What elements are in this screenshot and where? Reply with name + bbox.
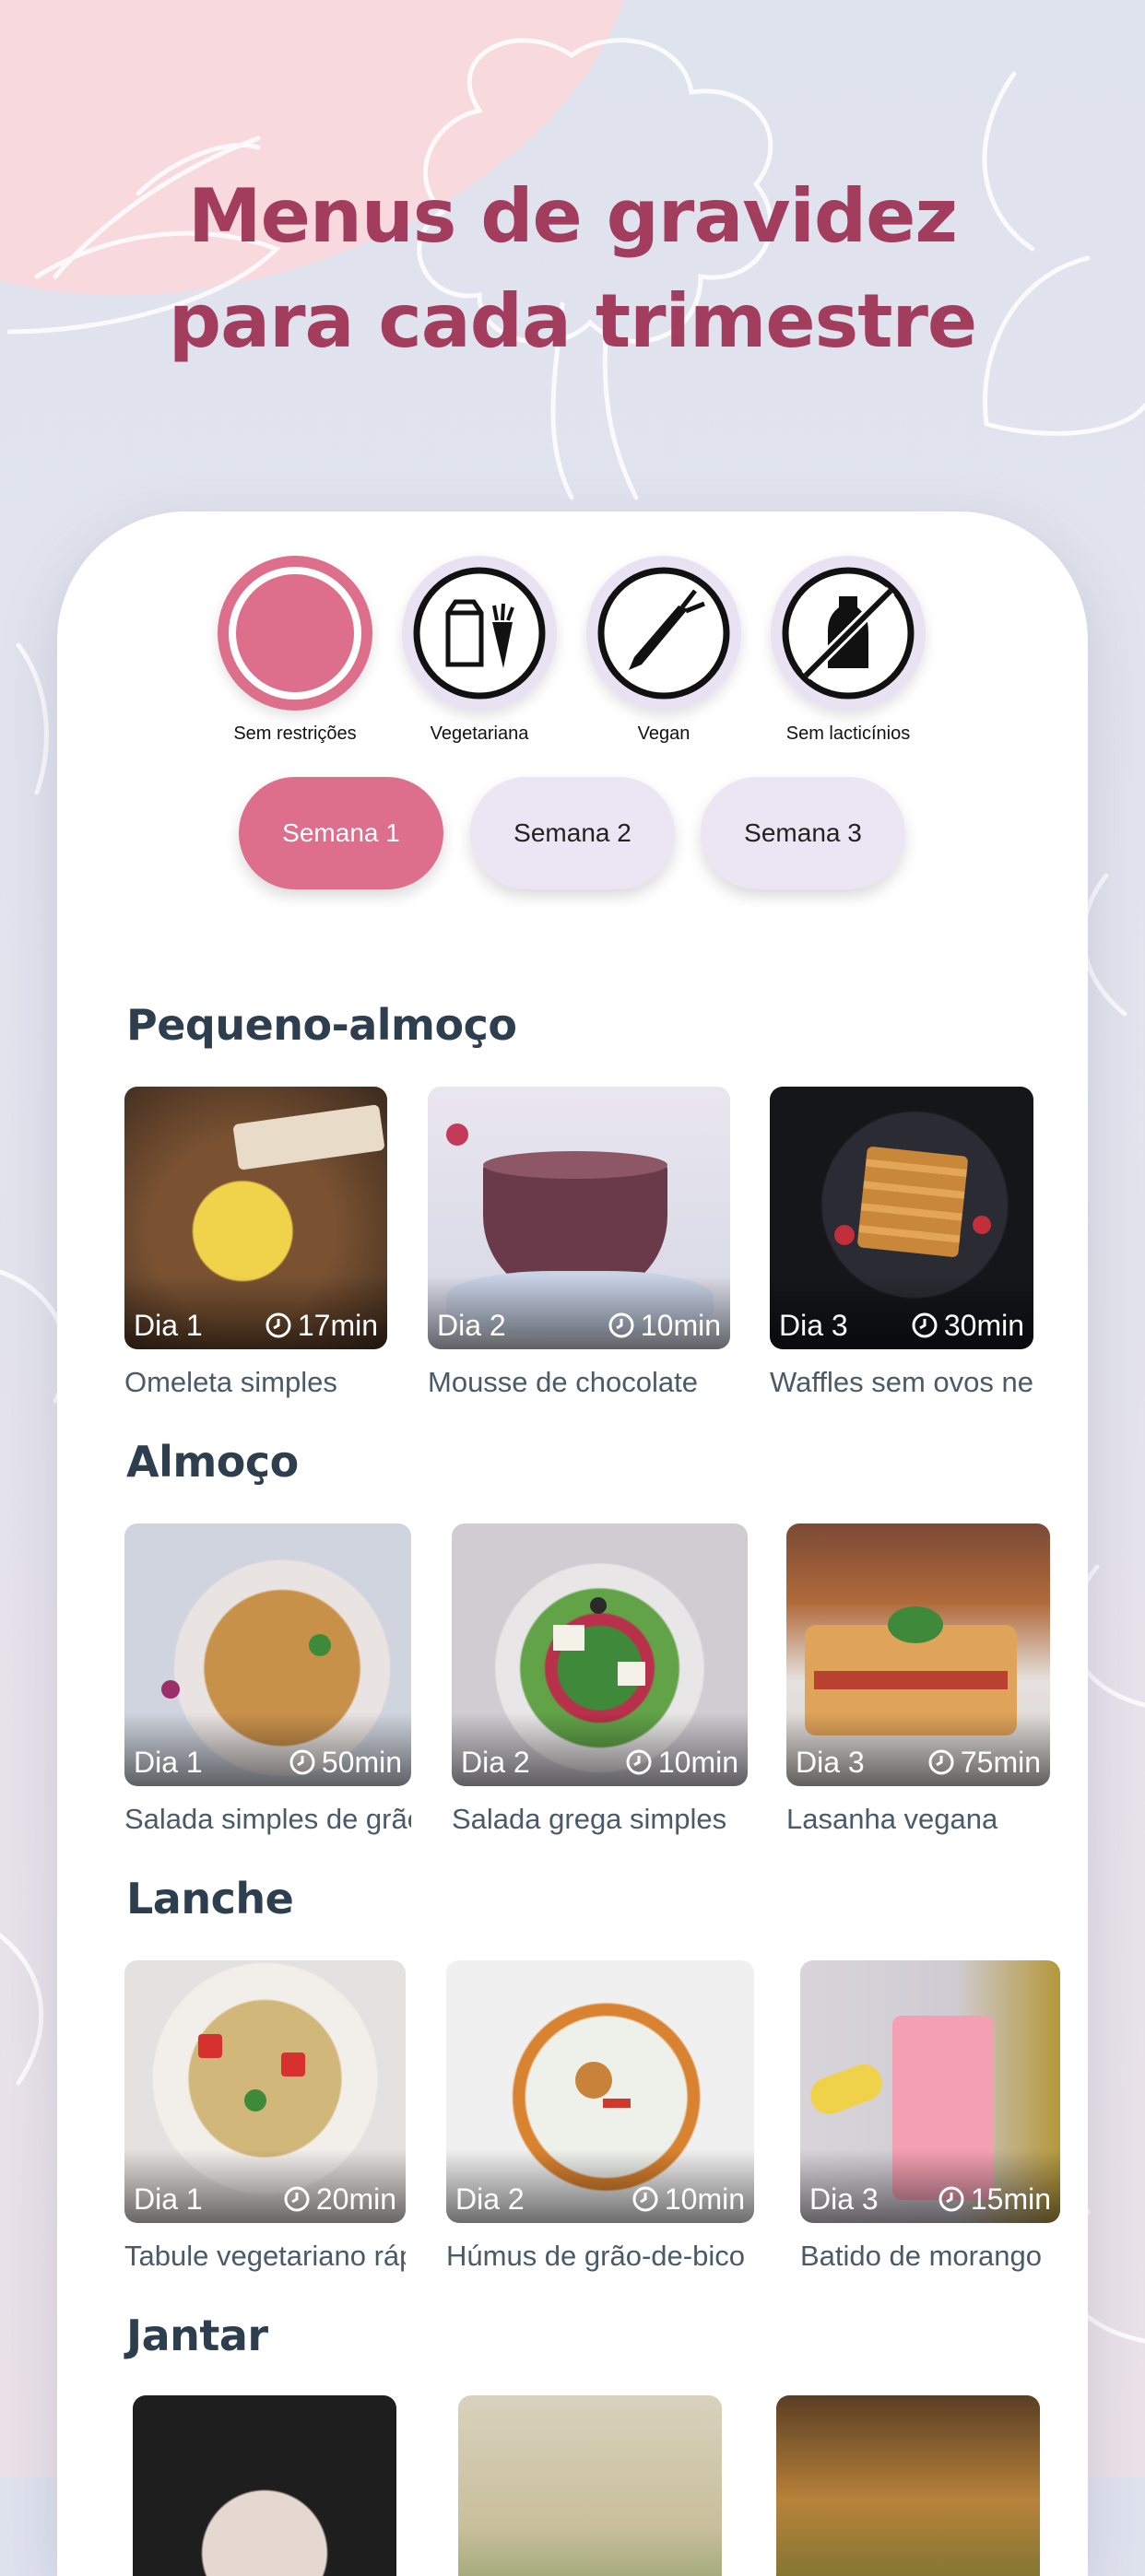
time-label: 10min: [657, 1745, 738, 1779]
recipe-card[interactable]: [776, 2395, 1040, 2576]
recipe-card[interactable]: Dia 1 20min Tabule vegetariano rápido: [124, 1960, 406, 2273]
recipe-photo: Dia 1 20min: [124, 1960, 406, 2223]
carrot-icon: [597, 567, 730, 700]
filter-vegan[interactable]: Vegan: [572, 556, 756, 745]
diet-filter-row: Sem restrições Vegetariana Vegan Sem lac…: [57, 556, 1088, 768]
headline-line-2: para cada trimestre: [168, 278, 977, 364]
clock-icon: [289, 1749, 315, 1775]
section-title-jantar: Jantar: [126, 2311, 268, 2360]
recipe-name: Húmus de grão-de-bico: [446, 2240, 745, 2272]
recipe-name: Salada grega simples: [452, 1803, 727, 1835]
recipe-photo: Dia 1 50min: [124, 1523, 411, 1786]
clock-icon: [608, 1312, 634, 1338]
section-title-lanche: Lanche: [126, 1874, 294, 1923]
day-label: Dia 1: [134, 1308, 203, 1342]
day-label: Dia 2: [455, 2182, 525, 2216]
day-label: Dia 1: [134, 2182, 203, 2216]
time-label: 30min: [943, 1308, 1024, 1342]
recipe-card[interactable]: Dia 3 15min Batido de morango: [800, 1960, 1060, 2273]
recipe-name: Lasanha vegana: [786, 1803, 998, 1835]
recipe-photo: [776, 2395, 1040, 2576]
recipe-name: Mousse de chocolate: [428, 1366, 698, 1398]
day-label: Dia 3: [809, 2182, 879, 2216]
recipe-card[interactable]: Dia 1 17min Omeleta simples: [124, 1087, 387, 1399]
day-label: Dia 1: [134, 1745, 203, 1779]
no-milk-icon: [782, 567, 915, 700]
phone-screen: Sem restrições Vegetariana Vegan Sem lac…: [57, 512, 1088, 2576]
recipe-card[interactable]: Dia 1 50min Salada simples de grão: [124, 1523, 411, 1836]
time-label: 20min: [315, 2182, 396, 2216]
recipe-name: Batido de morango: [800, 2240, 1042, 2272]
recipe-card[interactable]: Dia 3 75min Lasanha vegana: [786, 1523, 1050, 1836]
clock-icon: [928, 1749, 954, 1775]
time-label: 75min: [960, 1745, 1041, 1779]
recipe-photo: [458, 2395, 722, 2576]
recipe-photo: Dia 2 10min: [452, 1523, 748, 1786]
filter-label: Vegetariana: [430, 723, 529, 744]
filter-sem-restricoes[interactable]: Sem restrições: [203, 556, 387, 745]
recipe-name: Omeleta simples: [124, 1366, 337, 1398]
headline-line-1: Menus de gravidez: [188, 173, 958, 259]
day-label: Dia 3: [779, 1308, 848, 1342]
recipe-photo: Dia 3 75min: [786, 1523, 1050, 1786]
ring-icon: [229, 567, 361, 700]
clock-icon: [284, 2186, 310, 2212]
recipe-name: Tabule vegetariano rápido: [124, 2240, 406, 2272]
section-title-pequeno-almoco: Pequeno-almoço: [126, 1000, 517, 1050]
recipe-photo: Dia 3 15min: [800, 1960, 1060, 2223]
filter-label: Vegan: [637, 723, 691, 744]
week-chip-1[interactable]: Semana 1: [239, 777, 443, 889]
filter-sem-lacticinios[interactable]: Sem lacticínios: [756, 556, 940, 745]
time-label: 50min: [321, 1745, 402, 1779]
recipe-card[interactable]: Dia 2 10min Húmus de grão-de-bico: [446, 1960, 754, 2273]
time-label: 10min: [640, 1308, 721, 1342]
clock-icon: [632, 2186, 658, 2212]
time-label: 17min: [297, 1308, 378, 1342]
page-headline: Menus de gravidez para cada trimestre: [0, 164, 1145, 374]
filter-label: Sem lacticínios: [785, 723, 911, 744]
recipe-photo: [133, 2395, 396, 2576]
clock-icon: [912, 1312, 938, 1338]
filter-vegetariana[interactable]: Vegetariana: [387, 556, 572, 745]
recipe-name: Salada simples de grão: [124, 1803, 411, 1835]
week-chip-3[interactable]: Semana 3: [701, 777, 905, 889]
week-chip-2[interactable]: Semana 2: [470, 777, 675, 889]
recipe-card[interactable]: Dia 2 10min Mousse de chocolate: [428, 1087, 730, 1399]
milk-carrot-icon: [413, 567, 546, 700]
recipe-card[interactable]: [458, 2395, 722, 2576]
time-label: 15min: [970, 2182, 1051, 2216]
recipe-card[interactable]: Dia 3 30min Waffles sem ovos nem: [770, 1087, 1033, 1399]
recipe-photo: Dia 2 10min: [428, 1087, 730, 1349]
recipe-name: Waffles sem ovos nem: [770, 1366, 1033, 1398]
filter-label: Sem restrições: [233, 723, 357, 744]
day-label: Dia 2: [461, 1745, 530, 1779]
day-label: Dia 3: [796, 1745, 865, 1779]
recipe-card[interactable]: Dia 2 10min Salada grega simples: [452, 1523, 748, 1836]
clock-icon: [626, 1749, 652, 1775]
recipe-photo: Dia 1 17min: [124, 1087, 387, 1349]
day-label: Dia 2: [437, 1308, 506, 1342]
week-selector: Semana 1 Semana 2 Semana 3: [57, 777, 1088, 891]
recipe-card[interactable]: [133, 2395, 396, 2576]
time-label: 10min: [664, 2182, 745, 2216]
recipe-photo: Dia 3 30min: [770, 1087, 1033, 1349]
clock-icon: [266, 1312, 291, 1338]
section-title-almoco: Almoço: [126, 1437, 299, 1487]
clock-icon: [938, 2186, 964, 2212]
recipe-photo: Dia 2 10min: [446, 1960, 754, 2223]
